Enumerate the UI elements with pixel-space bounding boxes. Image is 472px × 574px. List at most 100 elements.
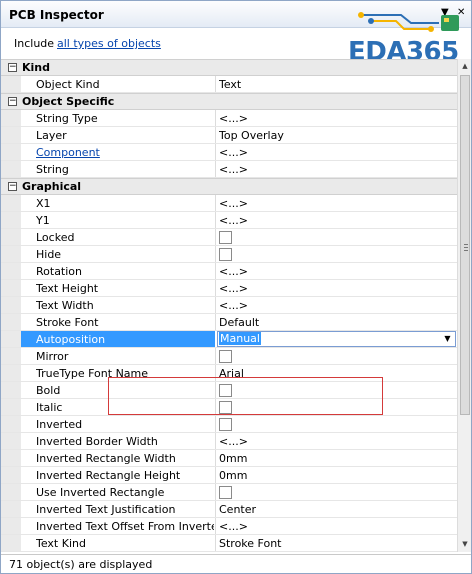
property-row-string-type[interactable]: String Type <...> (1, 110, 457, 127)
property-row-hide[interactable]: Hide (1, 246, 457, 263)
scrollbar-thumb[interactable] (460, 75, 470, 415)
property-row-rotation[interactable]: Rotation <...> (1, 263, 457, 280)
mirror-checkbox[interactable] (219, 350, 232, 363)
category-kind[interactable]: − Kind (1, 59, 457, 76)
thumb-grip-icon (464, 250, 468, 251)
property-name: Inverted Text Justification (36, 503, 176, 516)
row-gutter (1, 467, 21, 483)
property-value[interactable]: <...> (219, 197, 451, 210)
property-value[interactable]: <...> (219, 214, 451, 227)
thumb-grip-icon (464, 247, 468, 248)
category-label: Kind (22, 61, 50, 74)
column-divider (215, 229, 216, 245)
locked-checkbox[interactable] (219, 231, 232, 244)
row-gutter (1, 110, 21, 126)
status-text: 71 object(s) are displayed (9, 558, 153, 571)
component-link[interactable]: Component (36, 146, 214, 159)
category-object-specific[interactable]: − Object Specific (1, 93, 457, 110)
chevron-down-icon[interactable]: ▼ (440, 332, 455, 346)
property-row-inverted[interactable]: Inverted (1, 416, 457, 433)
property-name: Layer (36, 129, 67, 142)
property-value[interactable]: <...> (219, 282, 451, 295)
property-row-text-height[interactable]: Text Height <...> (1, 280, 457, 297)
property-row-inverted-rectangle-width[interactable]: Inverted Rectangle Width 0mm (1, 450, 457, 467)
property-row-layer[interactable]: Layer Top Overlay (1, 127, 457, 144)
vertical-scrollbar[interactable]: ▲ ▼ (457, 59, 471, 552)
property-row-component[interactable]: Component <...> (1, 144, 457, 161)
property-value[interactable]: Default (219, 316, 451, 329)
column-divider (215, 467, 216, 483)
property-row-inverted-text-offset[interactable]: Inverted Text Offset From Inverte... <..… (1, 518, 457, 535)
dropdown-selected-value[interactable]: Manual (219, 332, 261, 345)
property-name: String Type (36, 112, 98, 125)
row-gutter (1, 280, 21, 296)
property-value[interactable]: Text (219, 78, 451, 91)
property-name: Text Width (36, 299, 94, 312)
property-row-inverted-rectangle-height[interactable]: Inverted Rectangle Height 0mm (1, 467, 457, 484)
property-name: Autoposition (36, 333, 106, 346)
row-gutter (1, 382, 21, 398)
column-divider (215, 484, 216, 500)
property-value[interactable]: <...> (219, 265, 451, 278)
column-divider (215, 110, 216, 126)
property-row-object-kind[interactable]: Object Kind Text (1, 76, 457, 93)
collapse-toggle-icon[interactable]: − (8, 97, 17, 106)
row-gutter (1, 297, 21, 313)
column-divider (215, 450, 216, 466)
property-row-string[interactable]: String <...> (1, 161, 457, 178)
property-grid: − Kind Object Kind Text − Object Specifi… (1, 59, 457, 552)
property-row-inverted-text-justification[interactable]: Inverted Text Justification Center (1, 501, 457, 518)
property-name: Text Height (36, 282, 99, 295)
property-row-use-inverted-rectangle[interactable]: Use Inverted Rectangle (1, 484, 457, 501)
property-value[interactable]: 0mm (219, 452, 451, 465)
property-value[interactable]: <...> (219, 299, 451, 312)
row-gutter (1, 195, 21, 211)
property-row-stroke-font[interactable]: Stroke Font Default (1, 314, 457, 331)
row-gutter (1, 246, 21, 262)
property-value[interactable]: <...> (219, 146, 451, 159)
highlight-annotation-box (108, 377, 383, 415)
property-value[interactable]: Center (219, 503, 451, 516)
property-row-mirror[interactable]: Mirror (1, 348, 457, 365)
collapse-toggle-icon[interactable]: − (8, 63, 17, 72)
property-row-y1[interactable]: Y1 <...> (1, 212, 457, 229)
property-value[interactable]: <...> (219, 520, 451, 533)
property-value[interactable]: <...> (219, 163, 451, 176)
row-gutter (1, 76, 21, 92)
property-row-text-kind[interactable]: Text Kind Stroke Font (1, 535, 457, 552)
scroll-up-icon[interactable]: ▲ (458, 59, 472, 73)
column-divider (215, 195, 216, 211)
property-row-inverted-border-width[interactable]: Inverted Border Width <...> (1, 433, 457, 450)
row-gutter (1, 501, 21, 517)
property-name: Inverted Border Width (36, 435, 158, 448)
property-value[interactable]: <...> (219, 435, 451, 448)
property-row-locked[interactable]: Locked (1, 229, 457, 246)
object-types-link[interactable]: all types of objects (57, 37, 161, 50)
hide-checkbox[interactable] (219, 248, 232, 261)
property-value[interactable]: Stroke Font (219, 537, 451, 550)
column-divider (215, 348, 216, 364)
property-name: Locked (36, 231, 75, 244)
column-divider (215, 297, 216, 313)
row-gutter (1, 484, 21, 500)
property-value[interactable]: Top Overlay (219, 129, 451, 142)
row-gutter (1, 399, 21, 415)
column-divider (215, 535, 216, 551)
property-row-x1[interactable]: X1 <...> (1, 195, 457, 212)
property-value[interactable]: <...> (219, 112, 451, 125)
row-gutter (1, 535, 21, 551)
collapse-toggle-icon[interactable]: − (8, 182, 17, 191)
property-name: Stroke Font (36, 316, 99, 329)
column-divider (215, 161, 216, 177)
property-value[interactable]: 0mm (219, 469, 451, 482)
scroll-down-icon[interactable]: ▼ (458, 537, 472, 551)
inverted-checkbox[interactable] (219, 418, 232, 431)
column-divider (215, 501, 216, 517)
row-gutter (1, 416, 21, 432)
use-inverted-rectangle-checkbox[interactable] (219, 486, 232, 499)
column-divider (215, 416, 216, 432)
category-graphical[interactable]: − Graphical (1, 178, 457, 195)
column-divider (215, 246, 216, 262)
property-row-text-width[interactable]: Text Width <...> (1, 297, 457, 314)
property-row-autoposition[interactable]: Autoposition Manual ▼ (1, 331, 457, 348)
